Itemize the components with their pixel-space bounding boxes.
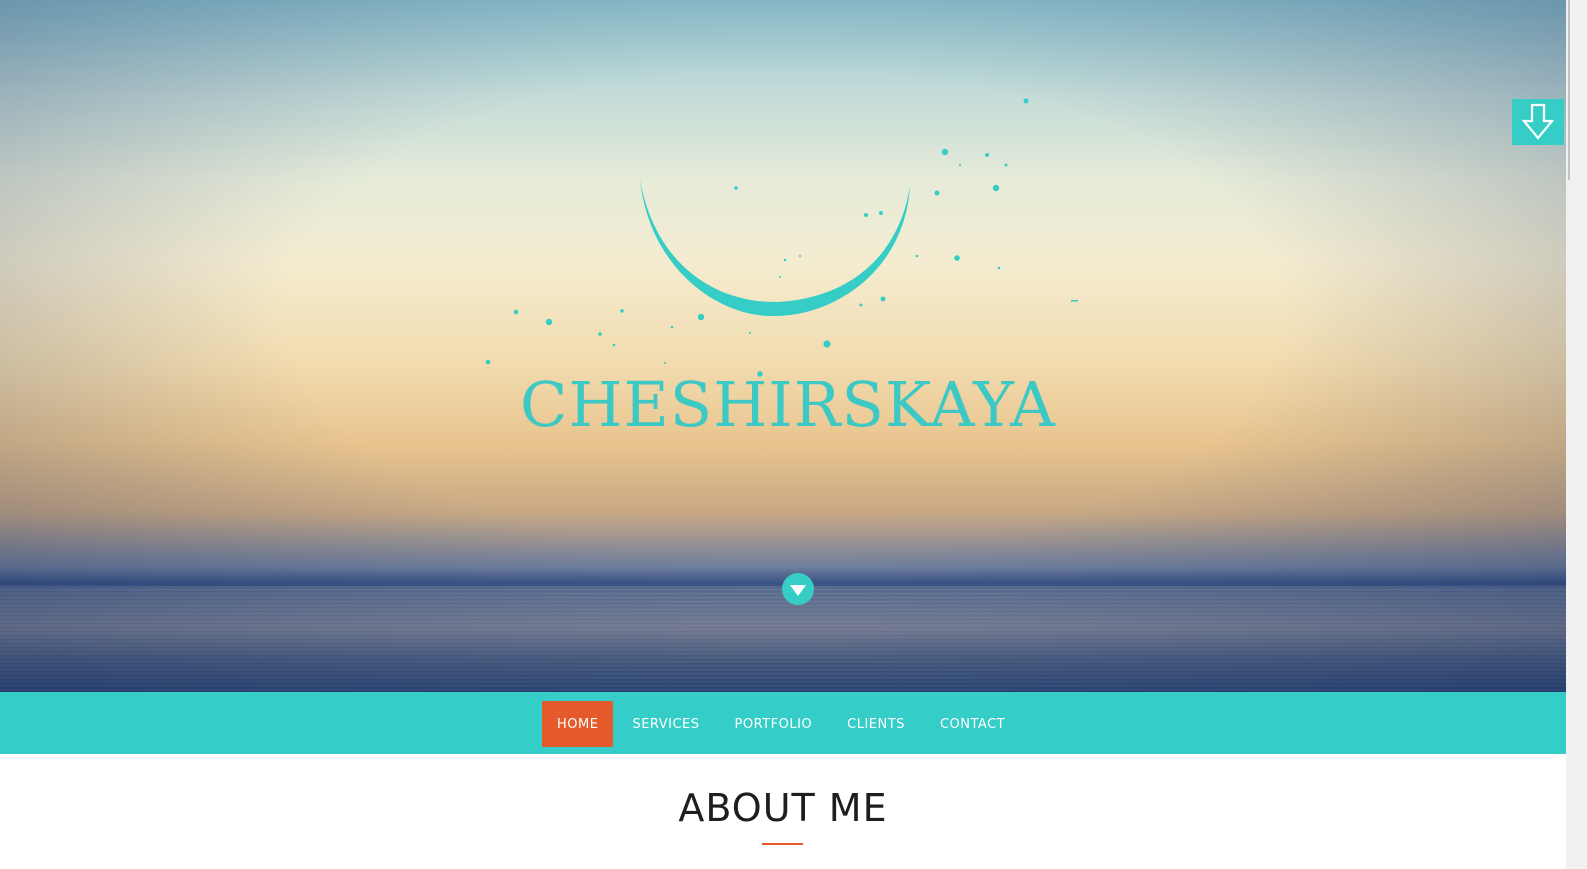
- scroll-down-button[interactable]: [782, 573, 814, 605]
- arrow-down-icon: [1521, 103, 1555, 140]
- nav-item-clients[interactable]: CLIENTS: [831, 701, 921, 747]
- sea-background: [0, 585, 1566, 692]
- nav-item-contact[interactable]: CONTACT: [924, 701, 1021, 747]
- nav-item-home[interactable]: HOME: [542, 701, 614, 747]
- about-title: ABOUT ME: [678, 786, 888, 830]
- main-navigation: HOME SERVICES PORTFOLIO CLIENTS CONTACT: [0, 692, 1566, 754]
- brand-wordmark: CHESHIRSKAYA: [520, 368, 1056, 441]
- about-section: ABOUT ME: [0, 754, 1566, 869]
- side-scroll-down-button[interactable]: [1512, 99, 1564, 145]
- page-scrollbar[interactable]: [1566, 0, 1587, 869]
- chevron-down-icon: [790, 585, 806, 596]
- hero-section: CHESHIRSKAYA: [0, 0, 1566, 692]
- nav-item-portfolio[interactable]: PORTFOLIO: [719, 701, 829, 747]
- title-underline: [762, 843, 803, 845]
- nav-item-services[interactable]: SERVICES: [616, 701, 715, 747]
- scrollbar-thumb[interactable]: [1568, 0, 1570, 180]
